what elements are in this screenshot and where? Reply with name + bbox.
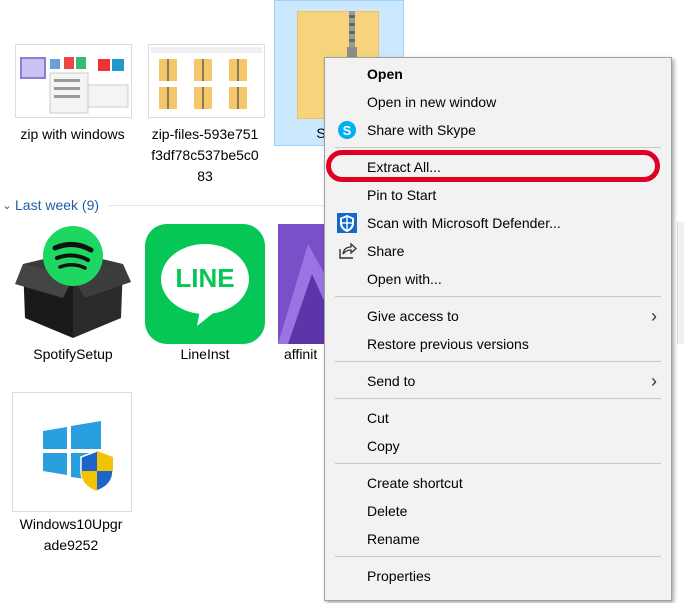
menu-item-share-skype[interactable]: S Share with Skype (325, 116, 671, 144)
menu-separator (335, 296, 661, 297)
menu-item-pin-to-start[interactable]: Pin to Start (325, 181, 671, 209)
menu-item-label: Delete (367, 503, 408, 519)
menu-item-create-shortcut[interactable]: Create shortcut (325, 469, 671, 497)
menu-item-label: Share (367, 243, 405, 259)
screenshot-thumbnail-icon (20, 57, 129, 114)
menu-item-label: Create shortcut (367, 475, 463, 491)
chevron-down-icon: ⌄ (2, 199, 12, 212)
menu-item-label: Pin to Start (367, 187, 437, 203)
menu-item-label: Copy (367, 438, 400, 454)
menu-item-share[interactable]: Share (325, 237, 671, 265)
skype-icon: S (338, 121, 356, 139)
context-menu: Open Open in new window S Share with Sky… (324, 57, 672, 601)
menu-separator (335, 398, 661, 399)
menu-item-label: Scan with Microsoft Defender... (367, 215, 561, 231)
file-item-spotifysetup[interactable]: SpotifySetup (8, 220, 138, 370)
group-header-last-week[interactable]: ⌄ Last week (9) (0, 195, 99, 215)
file-name: SpotifySetup (33, 346, 113, 362)
defender-shield-icon (337, 213, 357, 233)
menu-item-restore-versions[interactable]: Restore previous versions (325, 330, 671, 358)
svg-text:S: S (343, 123, 352, 138)
menu-item-label: Rename (367, 531, 420, 547)
menu-separator (335, 147, 661, 148)
menu-item-label: Open (367, 66, 403, 82)
menu-item-open-new-window[interactable]: Open in new window (325, 88, 671, 116)
submenu-arrow-icon: › (651, 305, 657, 326)
menu-separator (335, 361, 661, 362)
file-item-lineinst[interactable]: LINE LineInst (140, 220, 270, 370)
file-name-line-2: f3df78c537be5c0 (151, 147, 259, 163)
menu-separator (335, 556, 661, 557)
file-thumbnail (12, 392, 132, 512)
file-thumbnail (148, 44, 265, 118)
menu-item-send-to[interactable]: Send to › (325, 367, 671, 395)
file-name: LineInst (180, 346, 230, 362)
file-name-line-1: Windows10Upgr (19, 516, 123, 532)
menu-item-open[interactable]: Open (325, 60, 671, 88)
menu-item-label: Share with Skype (367, 122, 476, 138)
uac-shield-icon (80, 450, 114, 492)
spotify-box-icon (15, 226, 131, 338)
file-name-line-2: ade9252 (43, 537, 99, 553)
file-name-line-3: 83 (197, 168, 213, 184)
menu-item-rename[interactable]: Rename (325, 525, 671, 553)
partial-item-right[interactable] (677, 222, 684, 344)
menu-item-label: Give access to (367, 308, 459, 324)
menu-separator (335, 463, 661, 464)
menu-item-label: Open in new window (367, 94, 497, 110)
menu-item-open-with[interactable]: Open with... (325, 265, 671, 293)
menu-item-label: Open with... (367, 271, 442, 287)
menu-item-label: Send to (367, 373, 416, 389)
menu-item-label: Properties (367, 568, 431, 584)
file-name-line-1: zip-files-593e751 (151, 126, 259, 142)
affinity-app-icon (278, 224, 330, 344)
group-header-label: Last week (9) (15, 197, 100, 213)
menu-item-delete[interactable]: Delete (325, 497, 671, 525)
menu-item-label: Restore previous versions (367, 336, 529, 352)
file-name: zip with windows (20, 126, 125, 142)
menu-item-properties[interactable]: Properties (325, 562, 671, 590)
file-item-windows10upgrade[interactable]: Windows10Upgr ade9252 (6, 392, 136, 562)
share-icon (339, 242, 357, 259)
menu-item-copy[interactable]: Copy (325, 432, 671, 460)
menu-item-label: Cut (367, 410, 389, 426)
file-thumbnail (15, 44, 132, 118)
menu-item-cut[interactable]: Cut (325, 404, 671, 432)
line-app-icon: LINE (145, 224, 265, 344)
file-item-zip-with-windows[interactable]: zip with windows (10, 40, 135, 150)
highlight-ring-extract-all (326, 150, 660, 182)
windows-logo-icon (43, 421, 114, 492)
menu-item-scan-defender[interactable]: Scan with Microsoft Defender... (325, 209, 671, 237)
submenu-arrow-icon: › (651, 370, 657, 391)
group-divider (108, 205, 323, 206)
menu-item-give-access[interactable]: Give access to › (325, 302, 671, 330)
line-logo-text: LINE (175, 263, 235, 293)
file-item-zip-files[interactable]: zip-files-593e751 f3df78c537be5c0 83 (140, 40, 270, 185)
zip-folder-thumbnail-icon (151, 47, 262, 109)
